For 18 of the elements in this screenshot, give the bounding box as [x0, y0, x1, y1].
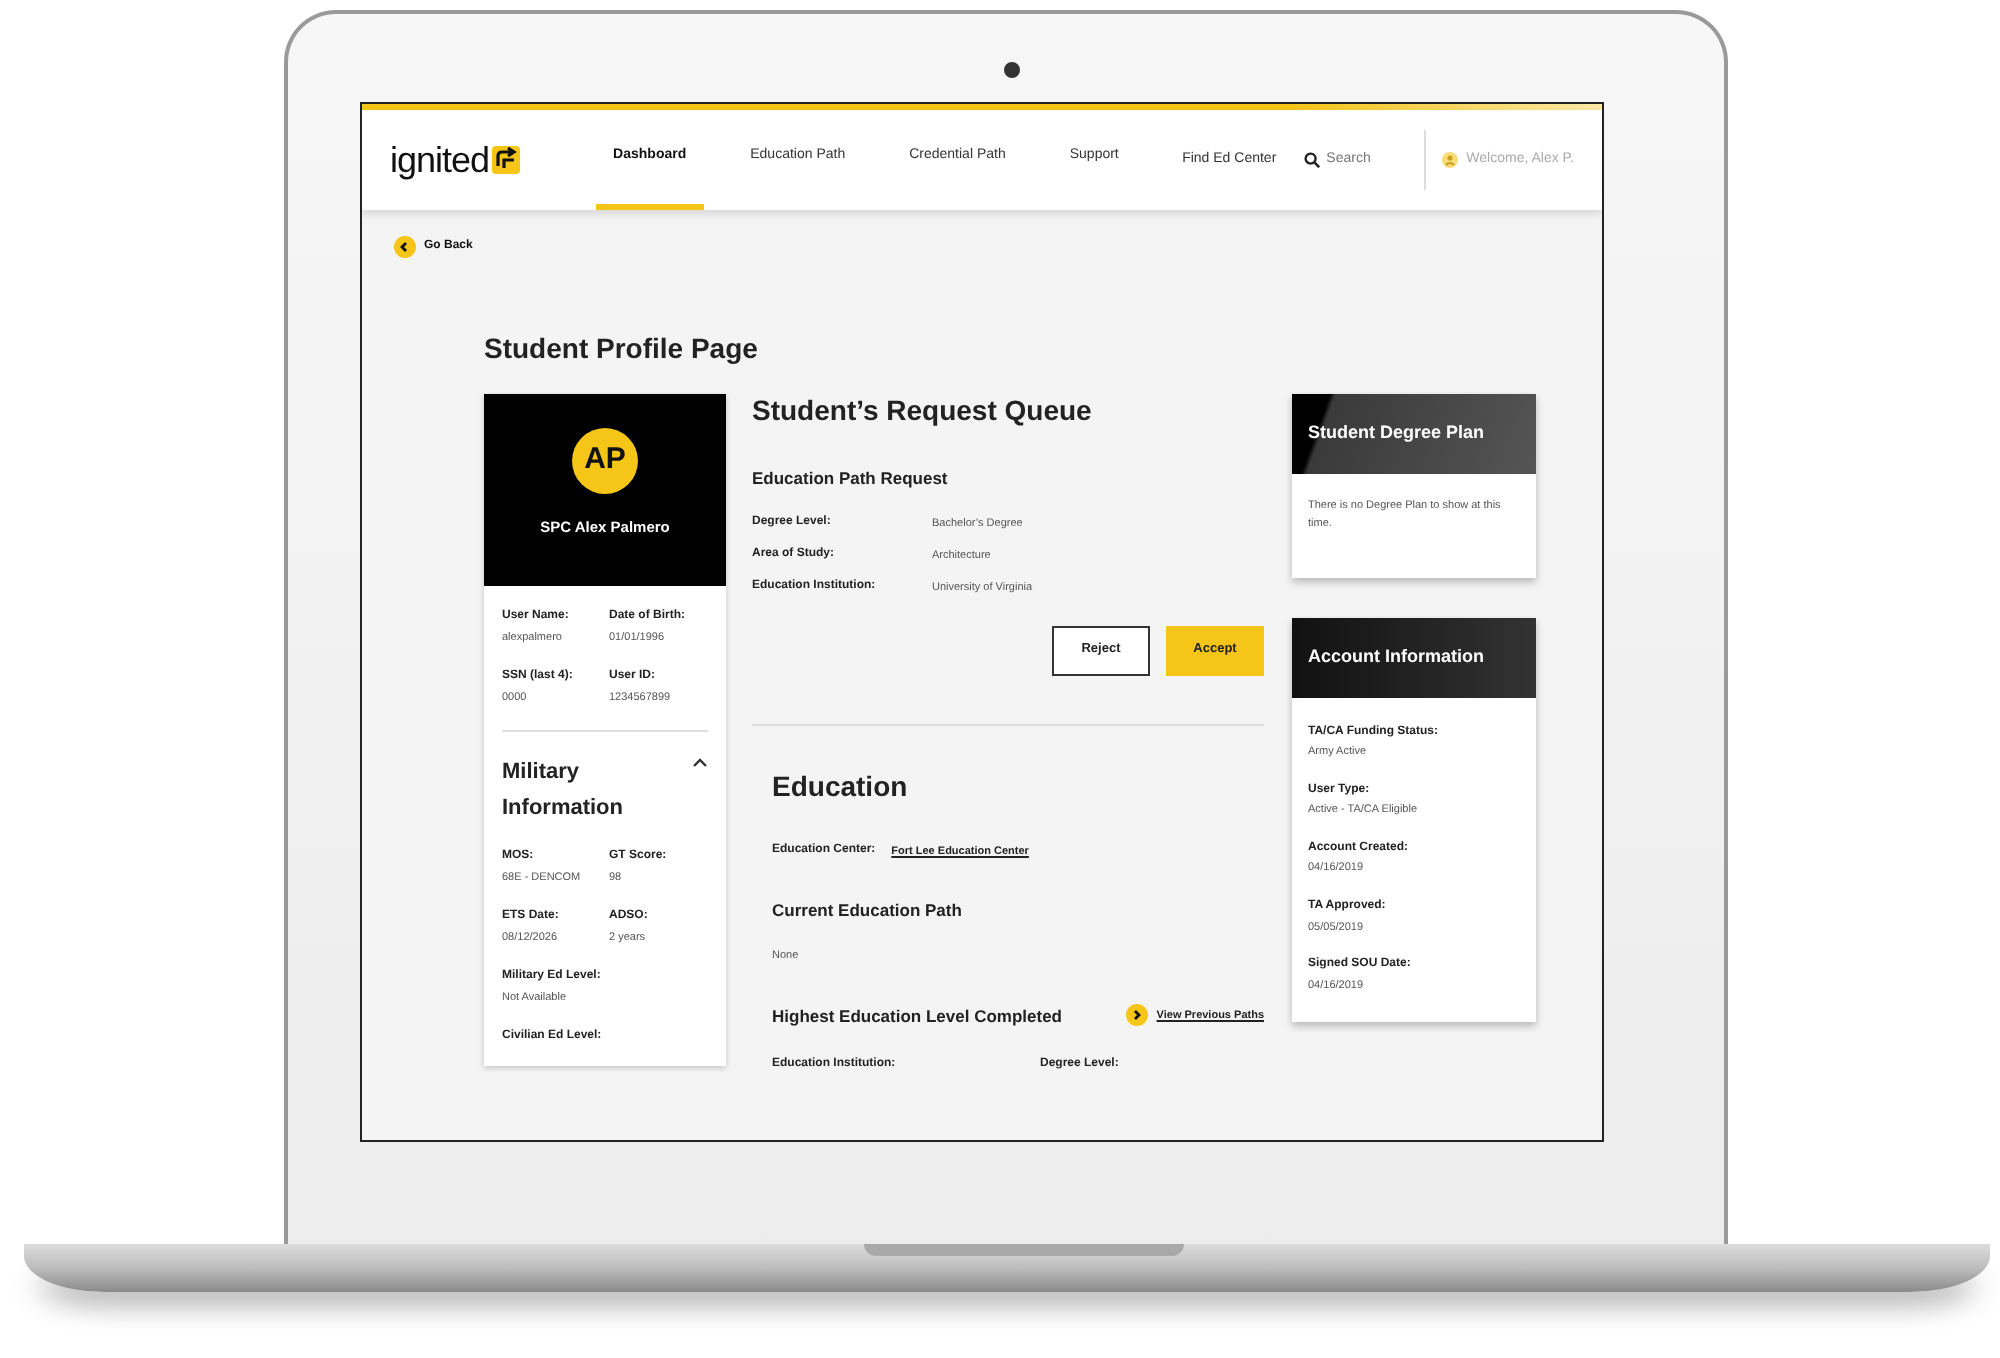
section-subtitle: Education Path Request: [752, 467, 950, 488]
caret-icon[interactable]: [692, 756, 708, 769]
card-title: Student Degree Plan: [1292, 394, 1536, 474]
chevron-left-icon: [394, 236, 416, 258]
logo-icon: [491, 146, 520, 174]
logo-text: ignited: [390, 142, 490, 178]
section-title: Education: [772, 769, 910, 804]
page-title: Student Profile Page: [484, 330, 760, 368]
camera-icon: [1004, 62, 1020, 78]
search-icon: [1304, 152, 1321, 168]
section-title: Military Information: [502, 758, 625, 824]
chevron-right-icon: [1126, 1004, 1149, 1027]
section-subtitle: Highest Education Level Completed: [772, 1005, 1062, 1026]
section-subtitle: Current Education Path: [772, 899, 964, 920]
card-title: Account Information: [1292, 617, 1536, 698]
section-title: Student’s Request Queue: [752, 394, 1094, 428]
avatar: AP: [572, 428, 638, 494]
user-icon: [1442, 152, 1459, 168]
